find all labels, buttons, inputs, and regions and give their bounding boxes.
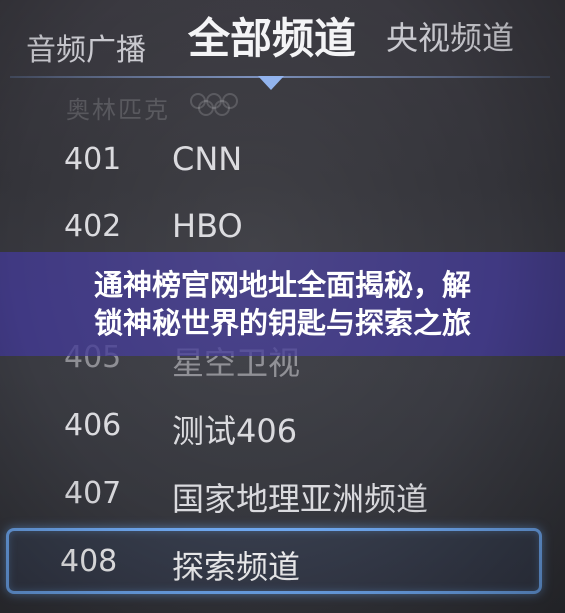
channel-name: 测试406: [172, 412, 298, 450]
overlay-banner: 通神榜官网地址全面揭秘，解 锁神秘世界的钥匙与探索之旅: [0, 252, 565, 356]
channel-number: 402: [64, 209, 122, 244]
channel-number: 406: [64, 408, 122, 443]
tab-audio-broadcast[interactable]: 音频广播: [26, 36, 146, 66]
banner-title: 通神榜官网地址全面揭秘，解 锁神秘世界的钥匙与探索之旅: [0, 266, 565, 342]
channel-name: HBO: [172, 207, 243, 245]
tv-channel-screen: 音频广播 全部频道 央视频道 奥林匹克 401 CNN 402 HBO 405 …: [0, 0, 565, 613]
background-logo-text: 奥林匹克: [66, 96, 170, 124]
channel-name: 国家地理亚洲频道: [172, 480, 429, 518]
tab-cctv-channels[interactable]: 央视频道: [386, 22, 514, 54]
channel-row[interactable]: 401 CNN: [0, 136, 565, 196]
channel-row[interactable]: 406 测试406: [0, 404, 565, 464]
channel-number: 408: [60, 544, 118, 579]
channel-number: 401: [64, 142, 122, 177]
channel-number: 407: [64, 476, 122, 511]
category-tabs: 音频广播 全部频道 央视频道: [0, 0, 565, 96]
channel-row-selected[interactable]: 408 探索频道: [0, 538, 565, 598]
channel-row[interactable]: 407 国家地理亚洲频道: [0, 472, 565, 532]
tab-all-channels[interactable]: 全部频道: [188, 18, 356, 60]
banner-line-1: 通神榜官网地址全面揭秘，解: [93, 268, 471, 302]
olympic-rings-icon: [190, 93, 238, 116]
channel-name: CNN: [172, 140, 243, 178]
banner-line-2: 锁神秘世界的钥匙与探索之旅: [93, 306, 471, 340]
channel-name: 探索频道: [172, 548, 301, 586]
tab-pointer-icon: [258, 76, 284, 90]
